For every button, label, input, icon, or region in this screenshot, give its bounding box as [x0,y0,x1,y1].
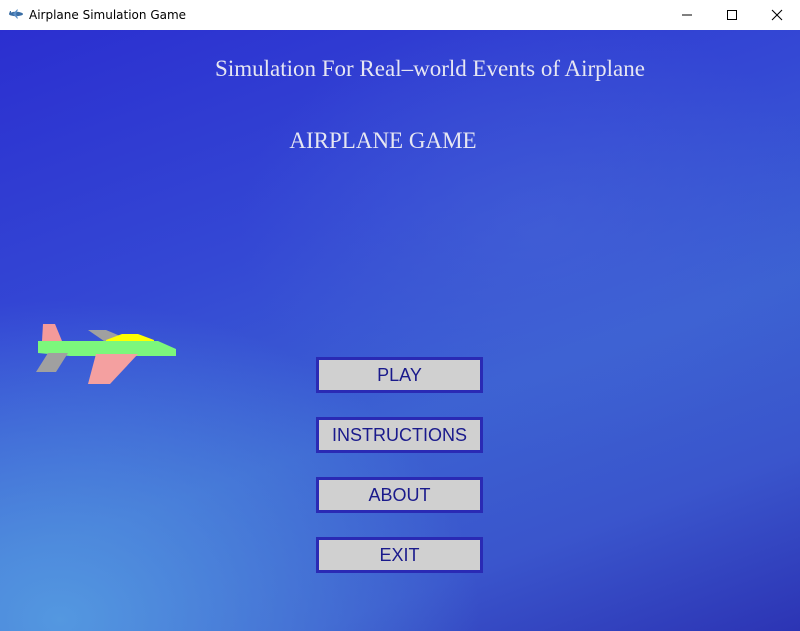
maximize-button[interactable] [709,0,755,30]
title-bar[interactable]: Airplane Simulation Game [0,0,800,30]
window-title: Airplane Simulation Game [29,8,187,22]
exit-button[interactable]: EXIT [316,537,483,573]
game-canvas[interactable]: Simulation For Real–world Events of Airp… [0,30,800,631]
airplane-app-icon [9,9,23,19]
game-title: AIRPLANE GAME [289,128,477,153]
instructions-button[interactable]: INSTRUCTIONS [316,417,483,453]
close-button[interactable] [754,0,800,30]
app-window: Airplane Simulation Game Simulation For … [0,0,800,631]
game-subtitle: Simulation For Real–world Events of Airp… [215,56,645,81]
lower-stabilizer [36,353,68,372]
about-button[interactable]: ABOUT [316,477,483,513]
close-icon [771,9,783,21]
airplane-sprite [36,324,176,384]
maximize-icon [727,10,737,20]
play-button[interactable]: PLAY [316,357,483,393]
tail-fin [42,324,62,341]
minimize-icon [682,14,692,16]
main-wing [88,354,138,384]
minimize-button[interactable] [664,0,710,30]
